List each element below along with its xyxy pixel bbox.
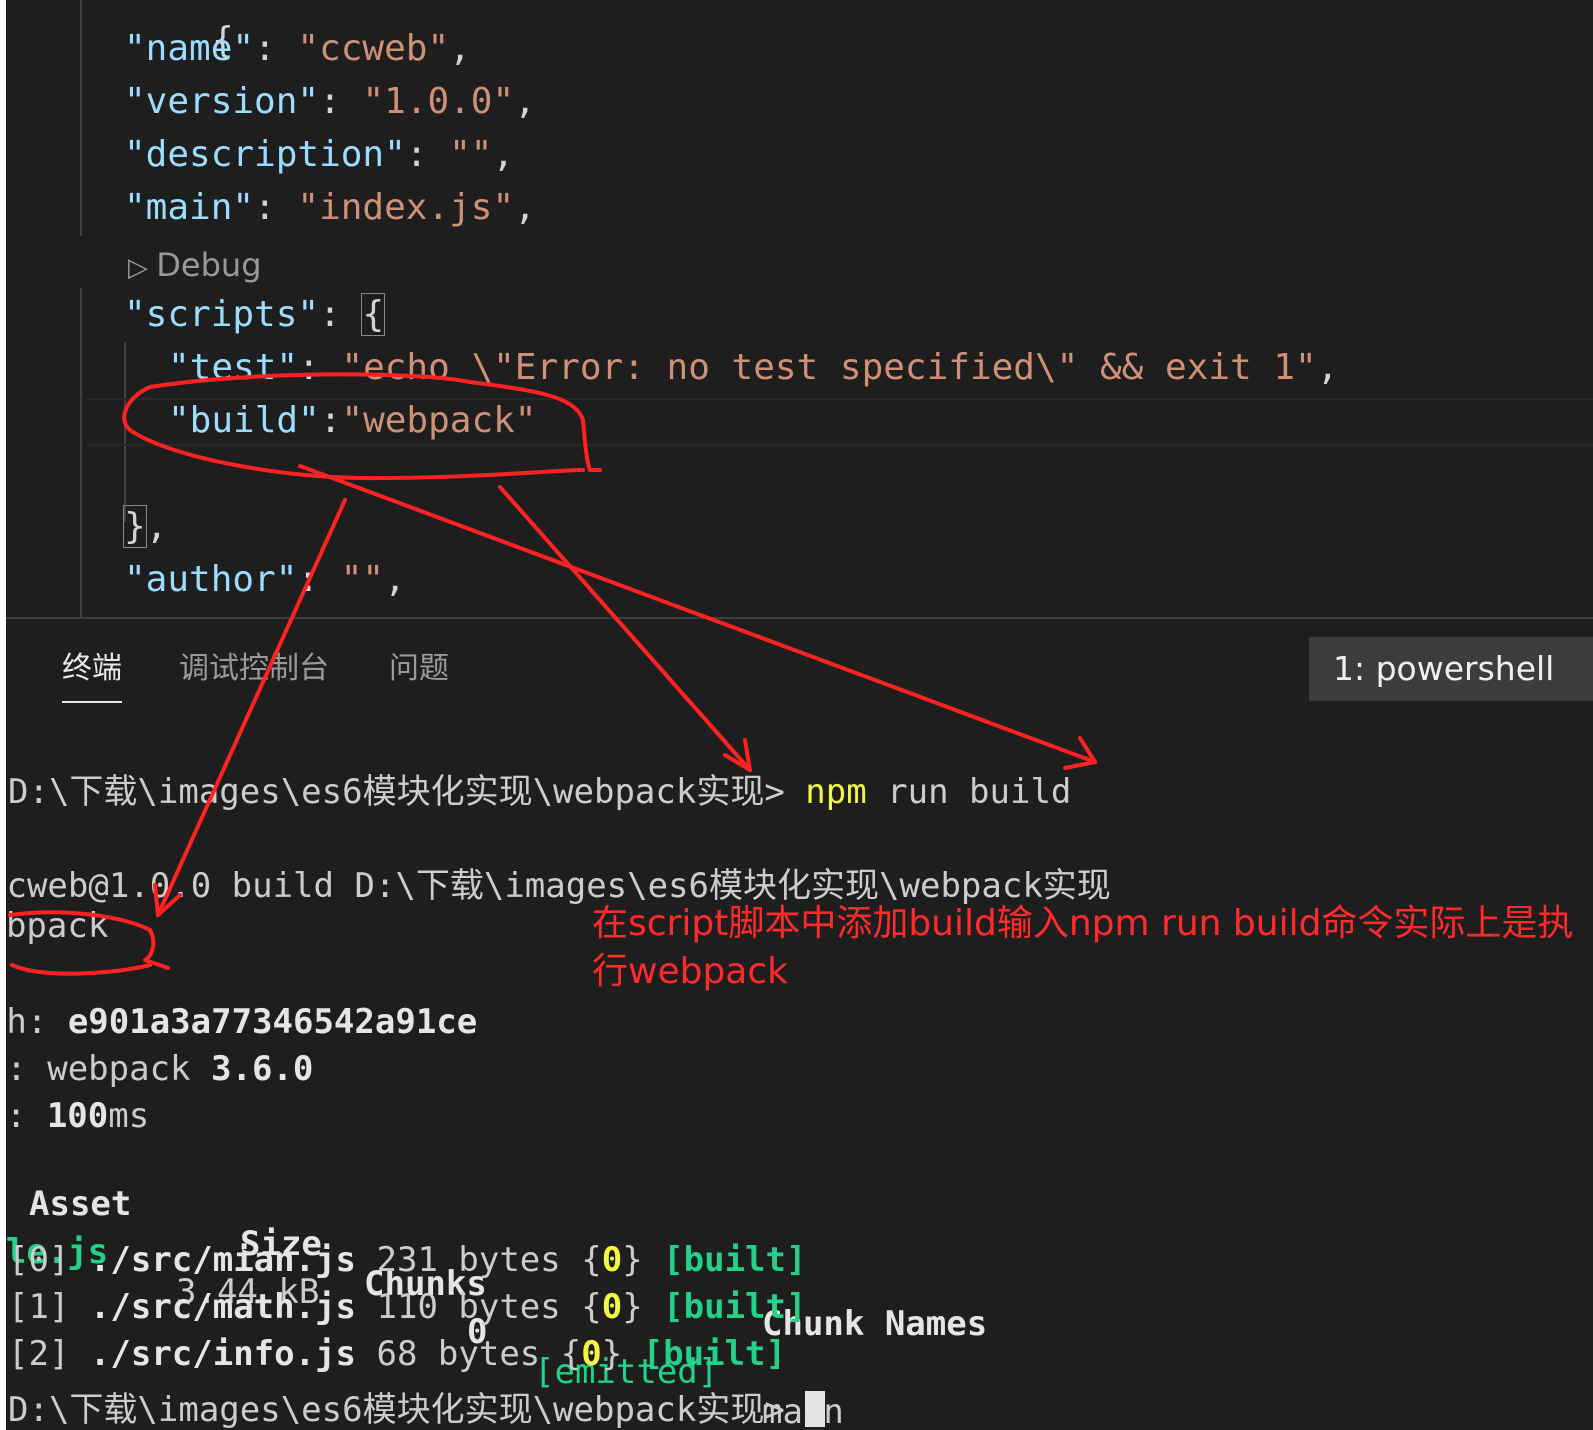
annotation-overlay xyxy=(8,372,1097,976)
annotation-arrow-to-npm xyxy=(498,485,752,772)
annotation-circle-webpack xyxy=(8,910,170,976)
vscode-window: { "name": "ccweb", "version": "1.0.0", "… xyxy=(0,0,1593,1430)
left-edge xyxy=(0,0,6,1430)
annotation-arrow-to-build xyxy=(298,464,1097,764)
annotation-arrow-to-webpack xyxy=(156,498,347,917)
annotation-circle-build xyxy=(122,372,602,481)
